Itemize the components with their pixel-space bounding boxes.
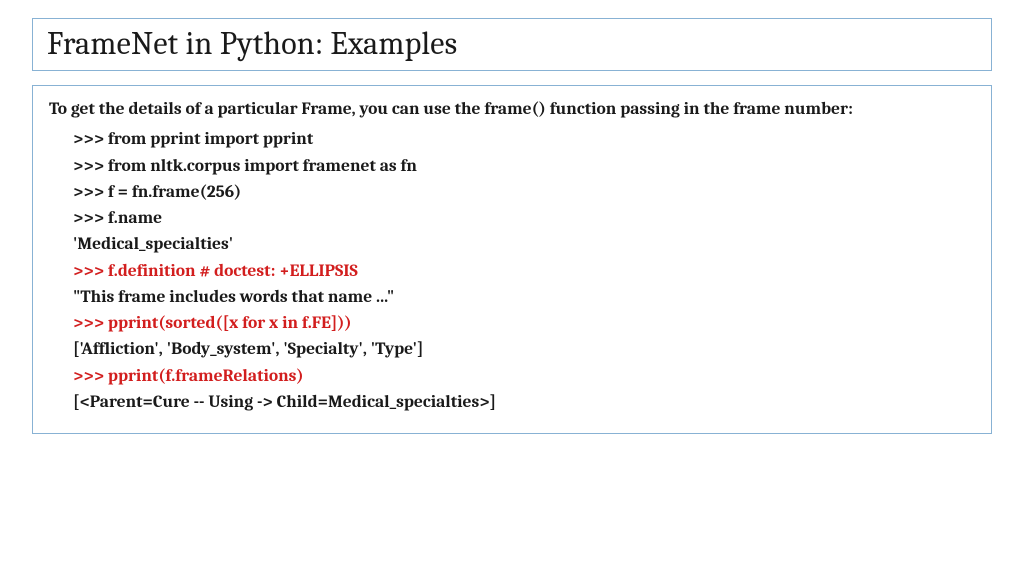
code-line: >>> from nltk.corpus import framenet as … xyxy=(49,153,975,179)
code-line: ['Affliction', 'Body_system', 'Specialty… xyxy=(49,336,975,362)
code-line: >>> f = fn.frame(256) xyxy=(49,179,975,205)
code-line: >>> f.name xyxy=(49,205,975,231)
code-line: >>> pprint(sorted([x for x in f.FE])) xyxy=(49,310,975,336)
code-line: 'Medical_specialties' xyxy=(49,231,975,257)
code-line: >>> from pprint import pprint xyxy=(49,126,975,152)
slide-title: FrameNet in Python: Examples xyxy=(47,25,977,62)
code-line: [<Parent=Cure -- Using -> Child=Medical_… xyxy=(49,389,975,415)
title-box: FrameNet in Python: Examples xyxy=(32,18,992,71)
code-line: >>> pprint(f.frameRelations) xyxy=(49,363,975,389)
code-block: >>> from pprint import pprint>>> from nl… xyxy=(49,126,975,415)
content-box: To get the details of a particular Frame… xyxy=(32,85,992,434)
intro-text: To get the details of a particular Frame… xyxy=(49,96,975,122)
code-line: "This frame includes words that name ...… xyxy=(49,284,975,310)
code-line: >>> f.definition # doctest: +ELLIPSIS xyxy=(49,258,975,284)
